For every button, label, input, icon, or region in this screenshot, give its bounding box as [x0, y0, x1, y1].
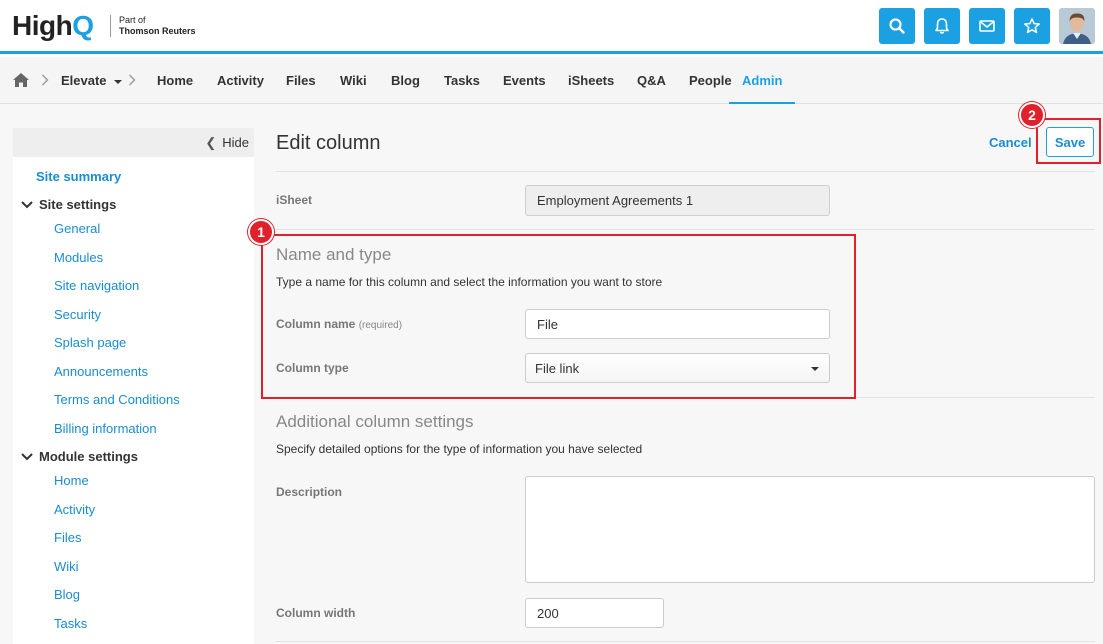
- additional-settings-heading: Additional column settings: [276, 412, 474, 431]
- tagline: Part of Thomson Reuters: [119, 15, 196, 37]
- nav-isheets[interactable]: iSheets: [568, 57, 614, 104]
- sidebar-item-general[interactable]: General: [54, 221, 100, 236]
- main-navigation: Elevate Home Activity Files Wiki Blog Ta…: [0, 57, 1103, 104]
- divider: [276, 171, 1095, 172]
- divider: [276, 229, 1095, 230]
- nav-tasks[interactable]: Tasks: [444, 57, 480, 104]
- annotation-badge-2: 2: [1019, 102, 1045, 128]
- star-icon: [1024, 18, 1040, 34]
- nav-files[interactable]: Files: [286, 57, 316, 104]
- bell-icon: [935, 18, 949, 34]
- nav-blog[interactable]: Blog: [391, 57, 420, 104]
- sidebar-item-module-files[interactable]: Files: [54, 530, 81, 545]
- sidebar-item-modules[interactable]: Modules: [54, 250, 103, 265]
- home-icon[interactable]: [12, 72, 30, 88]
- sidebar-item-module-blog[interactable]: Blog: [54, 587, 80, 602]
- site-switcher[interactable]: Elevate: [61, 57, 123, 104]
- tagline-line1: Part of: [119, 15, 146, 25]
- nav-qa[interactable]: Q&A: [637, 57, 666, 104]
- notifications-button[interactable]: [924, 8, 960, 44]
- sidebar-item-module-home[interactable]: Home: [54, 473, 89, 488]
- hide-sidebar-button[interactable]: ❮ Hide: [205, 135, 249, 151]
- chevron-down-icon: [21, 197, 33, 212]
- tagline-line2: Thomson Reuters: [119, 26, 196, 36]
- isheet-value: Employment Agreements 1: [525, 185, 830, 216]
- isheet-label: iSheet: [276, 193, 313, 207]
- nav-activity[interactable]: Activity: [217, 57, 264, 104]
- additional-settings-description: Specify detailed options for the type of…: [276, 442, 643, 456]
- sidebar-item-security[interactable]: Security: [54, 307, 101, 322]
- chevron-right-icon: [42, 74, 49, 86]
- sidebar-item-splash-page[interactable]: Splash page: [54, 335, 126, 350]
- caret-down-icon: [114, 79, 123, 84]
- favorites-button[interactable]: [1014, 8, 1050, 44]
- nav-events[interactable]: Events: [503, 57, 546, 104]
- sidebar-hide-bar: ❮ Hide: [13, 128, 254, 157]
- sidebar-item-terms-and-conditions[interactable]: Terms and Conditions: [54, 392, 180, 407]
- description-textarea[interactable]: [525, 476, 1095, 583]
- chevron-right-icon: [129, 74, 136, 86]
- divider: [276, 641, 1095, 642]
- search-button[interactable]: [879, 8, 915, 44]
- sidebar-item-billing-information[interactable]: Billing information: [54, 421, 157, 436]
- hide-label: Hide: [222, 135, 249, 150]
- sidebar-section-label: Site settings: [39, 197, 117, 212]
- sidebar-item-module-activity[interactable]: Activity: [54, 502, 95, 517]
- description-label: Description: [276, 485, 343, 499]
- search-icon: [889, 18, 905, 34]
- admin-sidebar: ❮ Hide Site summary Site settings General…: [13, 128, 254, 644]
- sidebar-section-module-settings[interactable]: Module settings: [21, 449, 138, 464]
- annotation-box-1: [261, 234, 856, 399]
- nav-people[interactable]: People: [689, 57, 732, 104]
- chevron-down-icon: [21, 449, 33, 464]
- page-title: Edit column: [276, 132, 381, 154]
- top-header: HighQ Part of Thomson Reuters: [0, 0, 1103, 54]
- sidebar-item-site-summary[interactable]: Site summary: [36, 169, 121, 184]
- cancel-button[interactable]: Cancel: [989, 135, 1032, 150]
- column-width-label: Column width: [276, 606, 356, 620]
- avatar-image: [1059, 8, 1095, 44]
- highq-logo[interactable]: HighQ: [12, 10, 94, 42]
- sidebar-item-announcements[interactable]: Announcements: [54, 364, 148, 379]
- nav-wiki[interactable]: Wiki: [340, 57, 367, 104]
- column-width-input[interactable]: 200: [525, 598, 664, 628]
- sidebar-section-label: Module settings: [39, 449, 138, 464]
- nav-home[interactable]: Home: [157, 57, 193, 104]
- nav-admin[interactable]: Admin: [729, 57, 796, 104]
- messages-button[interactable]: [969, 8, 1005, 44]
- sidebar-item-site-navigation[interactable]: Site navigation: [54, 278, 139, 293]
- user-avatar[interactable]: [1059, 8, 1095, 44]
- mail-icon: [979, 20, 995, 32]
- sidebar-section-site-settings[interactable]: Site settings: [21, 197, 116, 212]
- chevron-left-icon: ❮: [205, 135, 217, 150]
- sidebar-item-module-wiki[interactable]: Wiki: [54, 559, 79, 574]
- sidebar-item-module-tasks[interactable]: Tasks: [54, 616, 87, 631]
- site-name: Elevate: [61, 73, 107, 88]
- annotation-box-2: [1036, 118, 1101, 164]
- logo-divider: [110, 15, 111, 37]
- annotation-badge-1: 1: [248, 219, 274, 245]
